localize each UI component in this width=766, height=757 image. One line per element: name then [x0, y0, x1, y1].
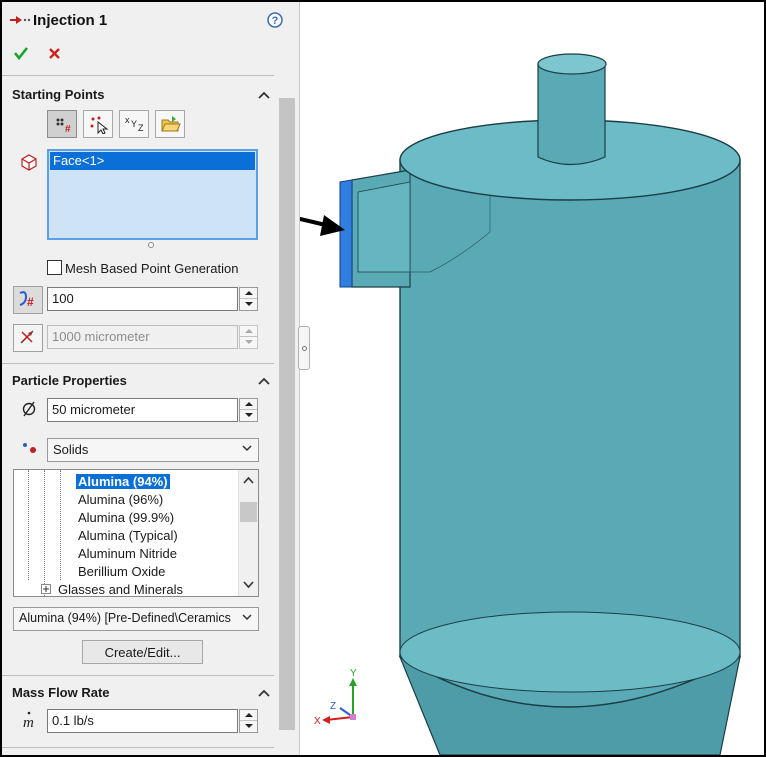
- mass-flow-icon: m: [23, 711, 34, 728]
- coordinate-triad: [322, 678, 357, 724]
- chevron-up-icon[interactable]: [258, 689, 270, 697]
- material-item-selected[interactable]: Alumina (94%): [76, 474, 170, 489]
- svg-text:Y: Y: [131, 119, 137, 129]
- point-select-icon: [90, 116, 109, 134]
- selected-inlet-face[interactable]: [339, 179, 353, 288]
- material-item[interactable]: Aluminum Nitride: [78, 546, 177, 561]
- svg-text:x: x: [125, 115, 130, 125]
- particle-diameter-spinner[interactable]: [239, 398, 258, 422]
- material-item[interactable]: Alumina (99.9%): [78, 510, 174, 525]
- chevron-down-icon: [242, 445, 252, 452]
- point-count-icon: #: [56, 118, 71, 134]
- tree-guide-line: [60, 470, 61, 580]
- mass-flow-rate-input[interactable]: 0.1 lb/s: [47, 709, 238, 733]
- panel-title: Injection 1: [33, 12, 108, 29]
- app-frame: Injection 1 ? Starting Points # x Y Z Fa…: [2, 2, 764, 755]
- particle-properties-title: Particle Properties: [12, 373, 127, 388]
- section-divider: [2, 747, 274, 748]
- folder-open-icon: [161, 116, 181, 132]
- selected-material-dropdown[interactable]: Alumina (94%) [Pre-Defined\Ceramics: [13, 607, 259, 631]
- face-selection-icon: [21, 154, 37, 171]
- material-item[interactable]: Alumina (96%): [78, 492, 163, 507]
- distance-spinner[interactable]: [239, 325, 258, 349]
- mesh-based-label: Mesh Based Point Generation: [65, 261, 239, 276]
- material-tree[interactable]: Alumina (94%) Alumina (96%) Alumina (99.…: [13, 469, 259, 597]
- svg-text:m: m: [23, 715, 34, 728]
- distance-icon: [20, 330, 34, 344]
- chevron-up-icon[interactable]: [258, 91, 270, 99]
- xyz-coordinates-icon: x Y Z: [125, 115, 144, 133]
- mass-flow-rate-spinner[interactable]: [239, 709, 258, 733]
- mesh-based-checkbox[interactable]: [47, 260, 62, 275]
- load-from-file-button[interactable]: [155, 110, 185, 138]
- chevron-down-icon[interactable]: [243, 581, 254, 589]
- diameter-icon: [22, 401, 36, 417]
- injection-icon: [10, 16, 31, 24]
- svg-text:?: ?: [272, 15, 279, 27]
- number-of-points-icon-button[interactable]: #: [13, 286, 43, 314]
- material-tree-scrollbar-thumb[interactable]: [240, 502, 257, 522]
- close-icon[interactable]: [48, 47, 61, 60]
- triad-z-label: Z: [330, 701, 336, 712]
- number-of-points-spinner[interactable]: [239, 287, 258, 311]
- section-divider: [2, 675, 274, 676]
- graphics-viewport[interactable]: Y X Z: [114, 2, 764, 755]
- material-type-dropdown[interactable]: Solids: [47, 438, 259, 462]
- header-divider: [2, 75, 274, 76]
- coordinates-button[interactable]: x Y Z: [119, 110, 149, 138]
- particle-diameter-input[interactable]: 50 micrometer: [47, 398, 238, 422]
- tree-guide-line: [44, 470, 45, 596]
- faces-selection-list[interactable]: Face<1>: [47, 149, 258, 240]
- section-divider: [2, 363, 274, 364]
- select-points-button[interactable]: [83, 110, 113, 138]
- material-item[interactable]: Berillium Oxide: [78, 564, 165, 579]
- mass-flow-rate-title: Mass Flow Rate: [12, 685, 110, 700]
- number-of-points-input[interactable]: 100: [47, 287, 238, 311]
- triad-x-label: X: [314, 716, 321, 727]
- material-tree-scrollbar[interactable]: [238, 470, 258, 596]
- cyclone-separator-model[interactable]: Y X Z: [114, 2, 764, 755]
- property-manager-panel: Injection 1 ? Starting Points # x Y Z Fa…: [2, 2, 300, 755]
- tree-guide-line: [28, 470, 29, 580]
- chevron-up-icon[interactable]: [243, 476, 254, 484]
- help-icon[interactable]: ?: [267, 12, 283, 28]
- starting-points-title: Starting Points: [12, 87, 105, 102]
- svg-text:Z: Z: [138, 123, 144, 133]
- chevron-down-icon: [242, 614, 252, 621]
- splitter-grip-dot: [302, 346, 307, 351]
- create-edit-button[interactable]: Create/Edit...: [82, 640, 203, 664]
- checkmark-icon[interactable]: [13, 46, 29, 60]
- distance-input[interactable]: 1000 micrometer: [47, 325, 238, 349]
- expand-plus-icon[interactable]: [41, 584, 51, 594]
- points-by-count-button[interactable]: #: [47, 110, 77, 138]
- svg-text:#: #: [27, 295, 34, 309]
- distance-icon-button[interactable]: [13, 324, 43, 352]
- triad-y-label: Y: [350, 668, 357, 679]
- material-type-icon: [23, 443, 36, 453]
- material-item[interactable]: Alumina (Typical): [78, 528, 178, 543]
- tree-group-glasses-minerals[interactable]: Glasses and Minerals: [58, 582, 183, 596]
- svg-text:#: #: [65, 124, 71, 134]
- list-resize-handle[interactable]: [148, 242, 154, 248]
- points-number-icon: #: [19, 291, 34, 309]
- material-type-value: Solids: [53, 442, 89, 457]
- selected-material-path: Alumina (94%) [Pre-Defined\Ceramics: [19, 611, 231, 625]
- faces-list-item[interactable]: Face<1>: [50, 152, 255, 170]
- chevron-up-icon[interactable]: [258, 377, 270, 385]
- panel-scrollbar-thumb[interactable]: [279, 98, 295, 730]
- panel-splitter-handle[interactable]: [298, 326, 310, 370]
